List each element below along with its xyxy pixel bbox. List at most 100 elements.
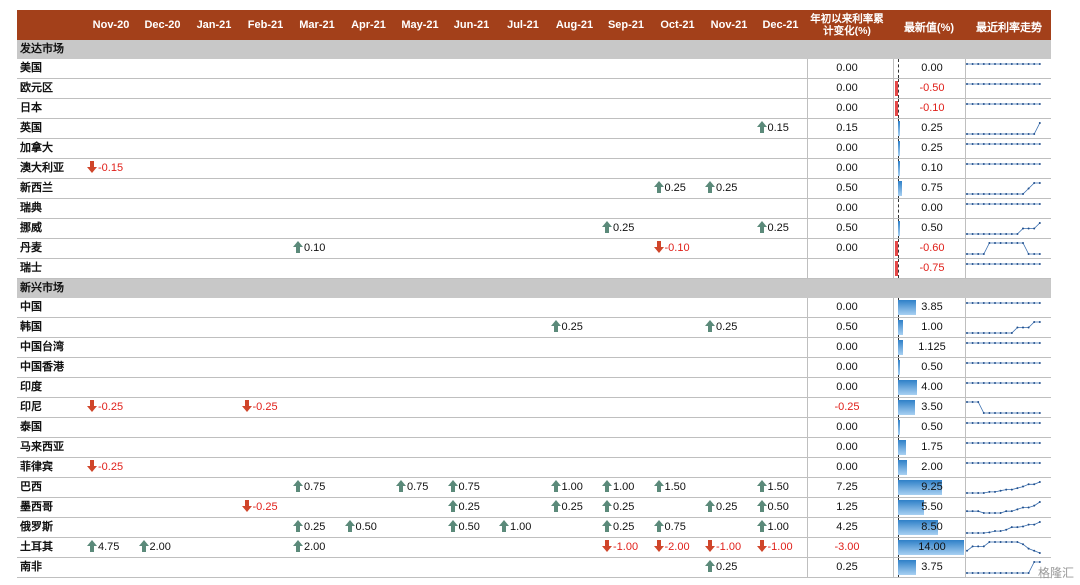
rate-change: 1.00	[756, 518, 809, 537]
ytd-header: 年初以来利率累计变化(%)	[810, 13, 884, 37]
latest-value: 1.75	[921, 441, 943, 453]
latest-value: -0.75	[919, 262, 945, 274]
trend-sparkline	[966, 362, 1041, 364]
rate-change: 2.00	[293, 538, 345, 557]
trend-sparkline	[966, 321, 1041, 334]
rate-change-value: 2.00	[304, 541, 326, 553]
section-header: 发达市场	[17, 40, 1051, 59]
rate-change: -1.00	[705, 538, 757, 557]
table-row: 欧元区 0.00 -0.50	[17, 79, 1051, 99]
rate-change: -1.00	[602, 538, 654, 557]
table-row: 澳大利亚 -0.15 0.00 0.10	[17, 159, 1051, 179]
down-arrow-icon	[705, 540, 715, 552]
trend-sparkline	[966, 63, 1041, 65]
up-arrow-icon	[705, 320, 715, 332]
table-row: 中国 0.00 3.85	[17, 298, 1051, 318]
rate-change: 0.25	[705, 498, 757, 517]
rate-change: -2.00	[653, 538, 706, 557]
latest-bar	[895, 101, 898, 116]
rate-change-value: 1.00	[510, 521, 532, 533]
ytd-change: 0.00	[836, 361, 858, 373]
latest-bar	[898, 420, 901, 435]
rate-change: -0.25	[87, 398, 139, 417]
rate-change-value: 0.25	[716, 321, 738, 333]
country-name: 俄罗斯	[20, 521, 53, 533]
country-name: 土耳其	[20, 541, 53, 553]
rate-change: 1.50	[653, 478, 706, 497]
up-arrow-icon	[756, 221, 767, 233]
country-name: 泰国	[20, 421, 42, 433]
rate-change-value: -0.15	[98, 162, 124, 174]
ytd-change: 0.00	[836, 441, 858, 453]
rate-change: 0.25	[705, 558, 757, 577]
rate-change: 0.25	[705, 318, 757, 337]
table-row: 墨西哥 -0.25 0.25 0.25 0.25 0.25 0.50 1.25 5.50	[17, 498, 1051, 518]
rate-change: -0.15	[87, 159, 139, 178]
rate-change-value: 0.25	[613, 521, 635, 533]
country-name: 美国	[20, 62, 42, 74]
country-name: 菲律宾	[20, 461, 53, 473]
latest-value: 4.00	[921, 381, 943, 393]
latest-value: 0.00	[921, 62, 943, 74]
rate-change-value: 0.25	[613, 501, 635, 513]
rate-change-value: 0.15	[767, 122, 789, 134]
ytd-change: 0.15	[836, 122, 858, 134]
up-arrow-icon	[396, 480, 406, 492]
trend-sparkline	[966, 342, 1041, 344]
latest-bar	[895, 261, 898, 276]
latest-value: 0.50	[921, 361, 943, 373]
month-header: Dec-21	[762, 19, 799, 31]
up-arrow-icon	[293, 480, 303, 492]
rate-change: 0.25	[550, 318, 603, 337]
ytd-change: 0.25	[836, 561, 858, 573]
trend-sparkline	[966, 422, 1041, 424]
trend-sparkline	[966, 203, 1041, 205]
up-arrow-icon	[653, 480, 664, 492]
ytd-change: -0.25	[834, 401, 860, 413]
rate-change: 0.75	[293, 478, 345, 497]
rate-change: 0.25	[756, 219, 809, 238]
up-arrow-icon	[602, 500, 612, 512]
ytd-change: 0.00	[836, 381, 858, 393]
latest-value: 1.125	[918, 341, 946, 353]
rate-change-value: 0.75	[458, 481, 480, 493]
rate-change: 0.50	[344, 518, 397, 537]
latest-value: 0.50	[921, 421, 943, 433]
latest-bar	[898, 141, 900, 156]
trend-sparkline	[966, 242, 1041, 255]
rate-change-value: 0.75	[664, 521, 686, 533]
rate-change-value: -1.00	[716, 541, 742, 553]
trend-sparkline	[966, 401, 1041, 414]
up-arrow-icon	[499, 520, 509, 532]
month-header: Aug-21	[555, 19, 594, 31]
ytd-change: 0.00	[836, 82, 858, 94]
table-row: 丹麦 0.10 -0.10 0.00 -0.60	[17, 239, 1051, 259]
ytd-change: 0.50	[836, 182, 858, 194]
ytd-change: 0.00	[836, 421, 858, 433]
rate-change: 1.50	[756, 478, 809, 497]
table-row: 马来西亚 0.00 1.75	[17, 438, 1051, 458]
ytd-change: 0.00	[836, 242, 858, 254]
up-arrow-icon	[756, 500, 767, 512]
trend-sparkline	[966, 122, 1041, 135]
trend-sparkline	[966, 302, 1041, 304]
country-name: 印度	[20, 381, 42, 393]
latest-header: 最新值(%)	[903, 22, 955, 34]
rate-change: 0.75	[396, 478, 448, 497]
country-name: 日本	[20, 102, 42, 114]
table-header: 年初以来利率累计变化(%) 最新值(%) 最近利率走势 Nov-20 Dec-20…	[17, 10, 1051, 40]
rate-change-value: 0.25	[458, 501, 480, 513]
up-arrow-icon	[550, 480, 561, 492]
country-name: 印尼	[20, 401, 42, 413]
down-arrow-icon	[87, 460, 97, 472]
ytd-change: 0.00	[836, 301, 858, 313]
rate-change-value: 1.50	[664, 481, 686, 493]
country-name: 韩国	[20, 321, 42, 333]
ytd-change: 1.25	[836, 501, 858, 513]
latest-value: 0.75	[921, 182, 943, 194]
ytd-change: 0.00	[836, 202, 858, 214]
latest-value: 9.25	[921, 481, 943, 493]
down-arrow-icon	[241, 500, 252, 512]
rate-change: 0.25	[293, 518, 345, 537]
up-arrow-icon	[293, 540, 303, 552]
